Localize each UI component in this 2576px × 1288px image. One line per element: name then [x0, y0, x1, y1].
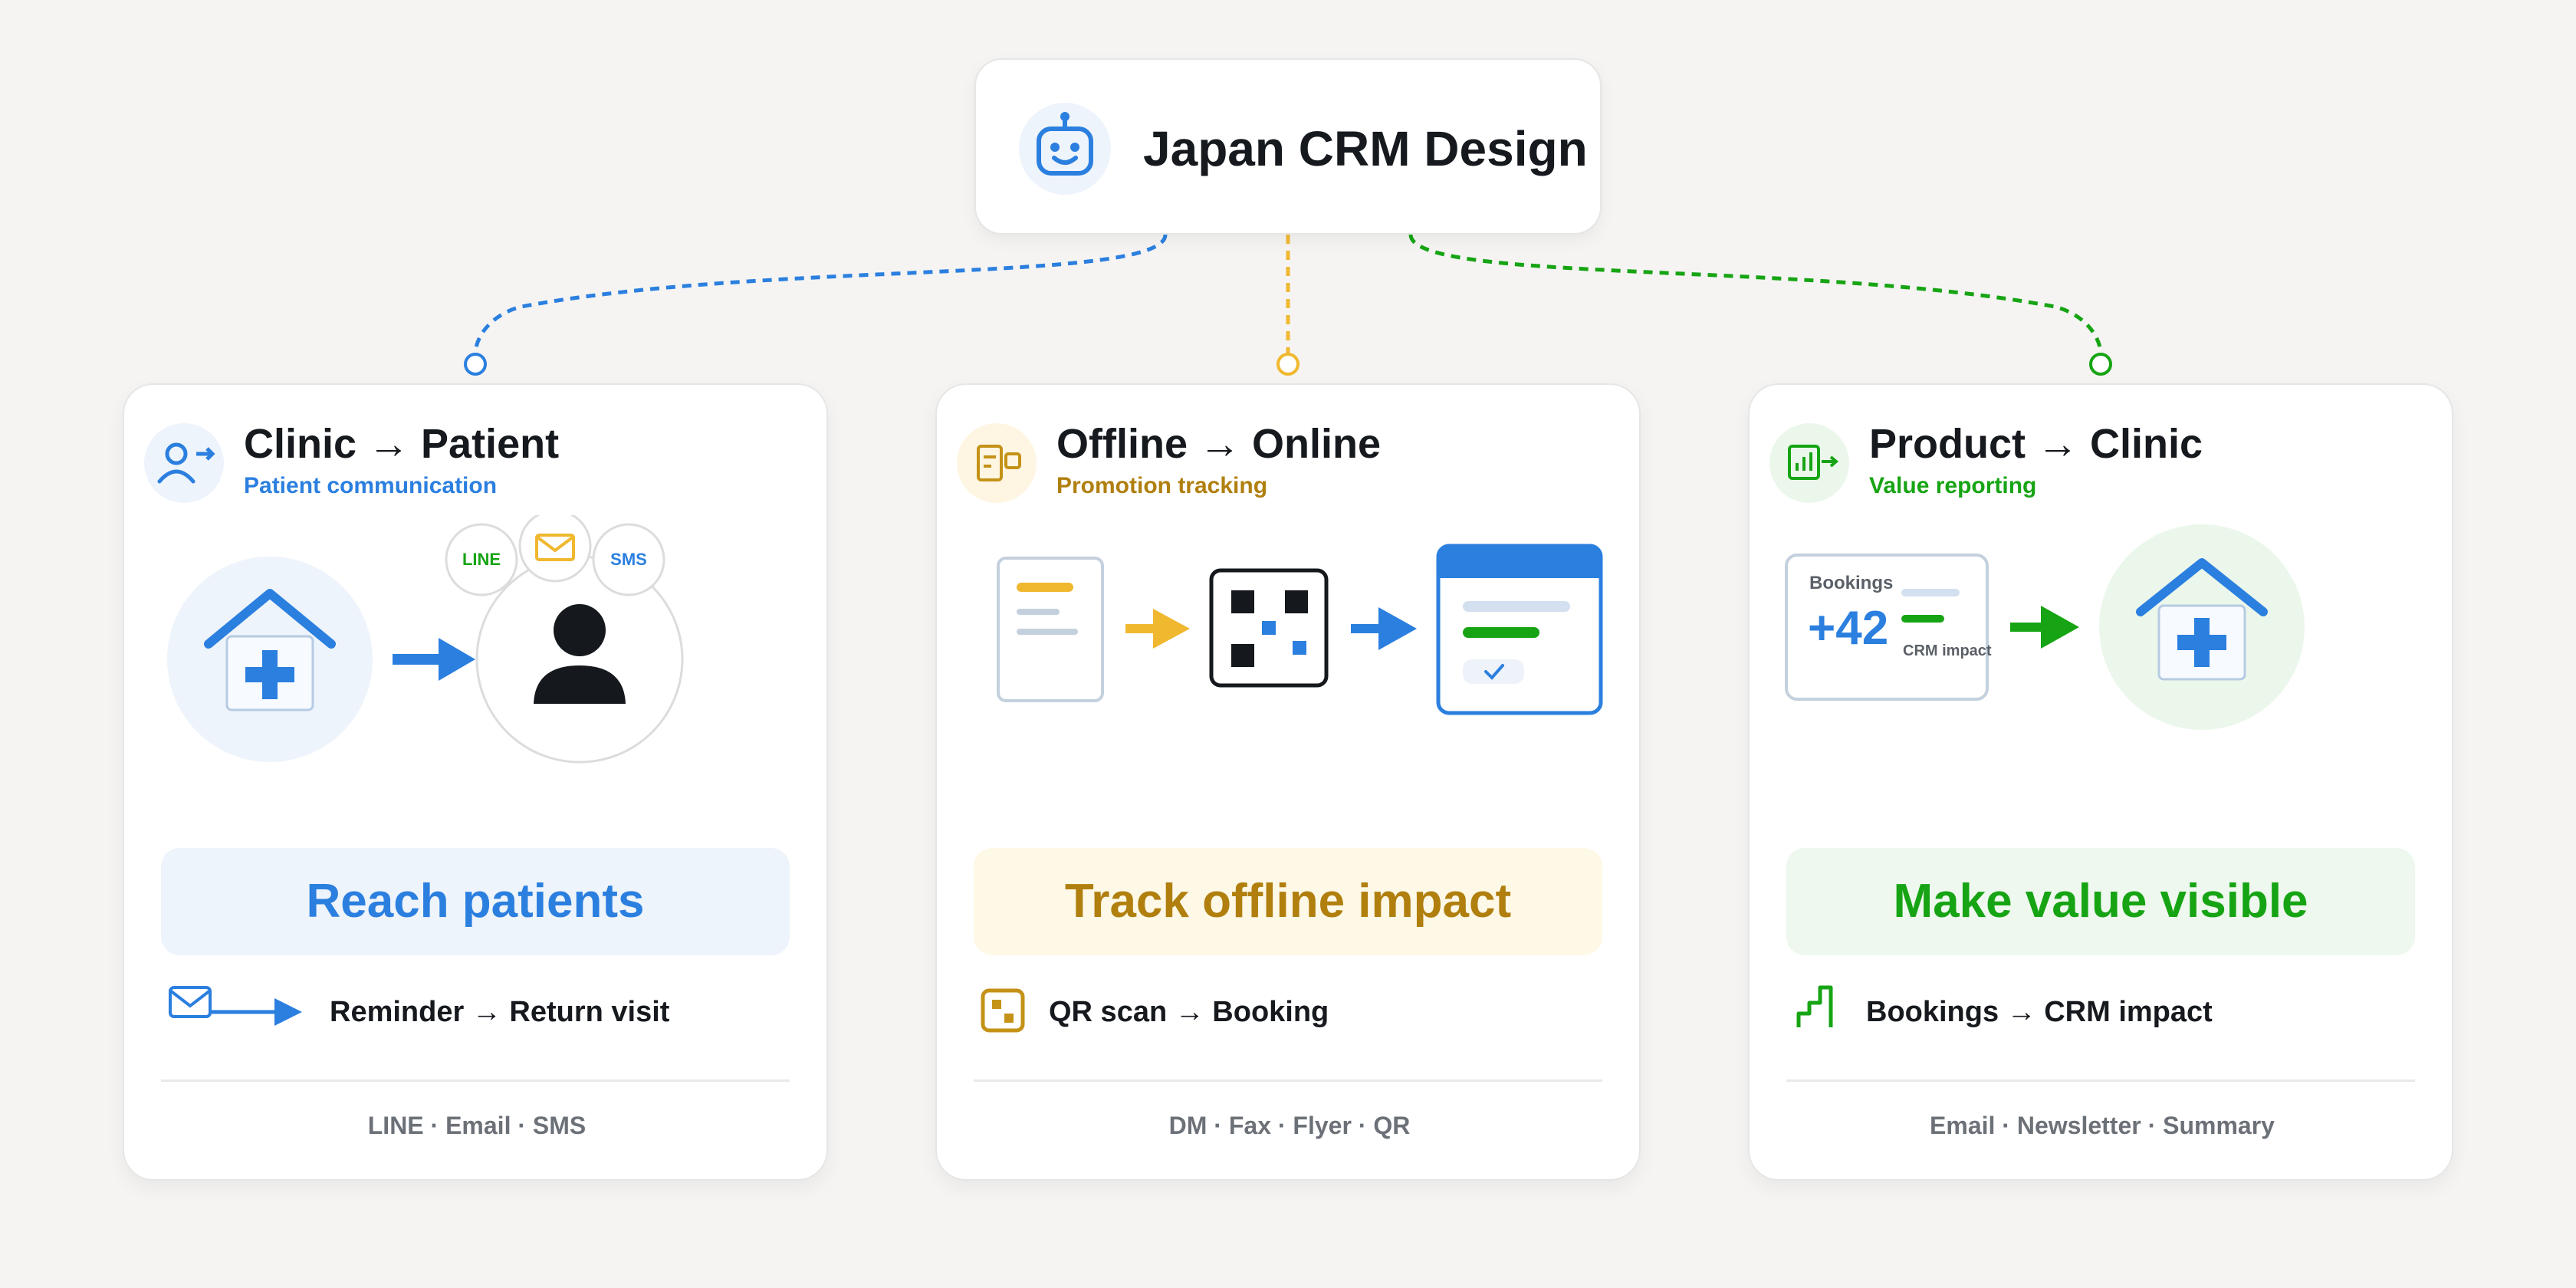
card-subtitle: Promotion tracking	[1056, 473, 1268, 498]
patient-head	[554, 604, 606, 656]
card-subtitle: Patient communication	[244, 473, 498, 498]
banner-text: Track offline impact	[1064, 875, 1512, 928]
channels: LINE · Email · SMS	[367, 1112, 586, 1139]
connector-node-blue	[464, 353, 487, 376]
bookings-value: +42	[1808, 602, 1889, 655]
banner-text: Make value visible	[1893, 875, 2308, 928]
divider	[161, 1079, 790, 1082]
connector-green	[1408, 234, 2103, 355]
robot-face-icon	[1019, 103, 1111, 195]
banner: Reach patients	[161, 848, 790, 955]
user-arrow-icon	[144, 423, 224, 503]
channels: Email · Newsletter · Summary	[1930, 1112, 2275, 1139]
line-badge: LINE	[462, 550, 501, 569]
connector-blue	[473, 234, 1168, 355]
banner-text: Reach patients	[306, 875, 645, 928]
root-node: Japan CRM Design	[974, 58, 1602, 235]
banner: Track offline impact	[974, 848, 1602, 955]
card-offline-online: Offline → Online Promotion tracking Trac…	[935, 383, 1641, 1181]
root-title: Japan CRM Design	[1143, 121, 1588, 176]
bookings-label: Bookings	[1809, 573, 1894, 593]
feature-text: Bookings → CRM impact	[1866, 996, 2213, 1028]
card-title: Offline → Online	[1056, 421, 1382, 467]
card-title: Clinic → Patient	[244, 421, 560, 467]
card-product-clinic: Product → Clinic Value reporting Booking…	[1748, 383, 2453, 1181]
card-subtitle: Value reporting	[1869, 473, 2037, 498]
card-clinic-patient: Clinic → Patient Patient communication L…	[123, 383, 828, 1181]
divider	[974, 1079, 1602, 1082]
envelope-arrow-icon	[169, 986, 302, 1026]
chart-arrow-icon	[1769, 423, 1849, 503]
channels: DM · Fax · Flyer · QR	[1168, 1112, 1411, 1139]
connector-node-green	[2089, 353, 2112, 376]
banner: Make value visible	[1786, 848, 2415, 955]
feature-text: QR scan → Booking	[1049, 996, 1329, 1028]
sms-badge: SMS	[610, 550, 647, 569]
crm-impact-caption: CRM impact	[1903, 642, 1992, 659]
connector-node-gold	[1276, 353, 1300, 376]
clinic-patient-illustration: LINE SMS	[124, 515, 826, 776]
arrow-head	[439, 638, 475, 681]
flyer-icon	[957, 423, 1037, 503]
illustration-graphic	[997, 544, 1603, 715]
card-title: Product → Clinic	[1869, 421, 2203, 467]
feature-text: Reminder → Return visit	[330, 996, 670, 1028]
offline-online-illustration	[937, 515, 1639, 776]
product-clinic-illustration: Bookings +42 CRM impact	[1750, 515, 2452, 776]
divider	[1786, 1079, 2415, 1082]
